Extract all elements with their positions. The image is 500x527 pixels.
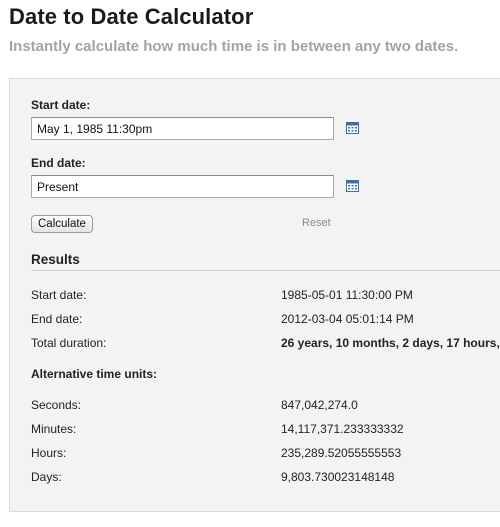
page-subtitle: Instantly calculate how much time is in … xyxy=(9,38,459,55)
hours-label: Hours: xyxy=(31,446,67,460)
seconds-value: 847,042,274.0 xyxy=(281,398,358,412)
reset-link[interactable]: Reset xyxy=(302,217,331,229)
page-title: Date to Date Calculator xyxy=(9,4,254,29)
minutes-value: 14,117,371.233333332 xyxy=(281,422,404,436)
calendar-icon[interactable] xyxy=(346,122,359,134)
seconds-label: Seconds: xyxy=(31,398,82,412)
days-label: Days: xyxy=(31,470,62,484)
end-date-result-label: End date: xyxy=(31,312,83,326)
results-heading: Results xyxy=(31,252,80,267)
calendar-icon[interactable] xyxy=(346,180,359,192)
end-date-label: End date: xyxy=(31,156,86,170)
calculator-panel: Start date: End date: Calculate Reset R xyxy=(9,78,500,512)
total-duration-label: Total duration: xyxy=(31,336,107,350)
calculate-button[interactable]: Calculate xyxy=(31,215,93,233)
hours-value: 235,289.52055555553 xyxy=(281,446,402,460)
start-date-result-label: Start date: xyxy=(31,288,87,302)
total-duration-value: 26 years, 10 months, 2 days, 17 hours, xyxy=(281,336,500,350)
start-date-input[interactable] xyxy=(31,117,334,140)
start-date-label: Start date: xyxy=(31,98,91,112)
minutes-label: Minutes: xyxy=(31,422,77,436)
days-value: 9,803.730023148148 xyxy=(281,470,395,484)
alternative-units-heading: Alternative time units: xyxy=(31,367,158,381)
end-date-result-value: 2012-03-04 05:01:14 PM xyxy=(281,312,414,326)
results-divider xyxy=(31,270,500,271)
end-date-input[interactable] xyxy=(31,175,334,198)
start-date-result-value: 1985-05-01 11:30:00 PM xyxy=(281,288,413,302)
